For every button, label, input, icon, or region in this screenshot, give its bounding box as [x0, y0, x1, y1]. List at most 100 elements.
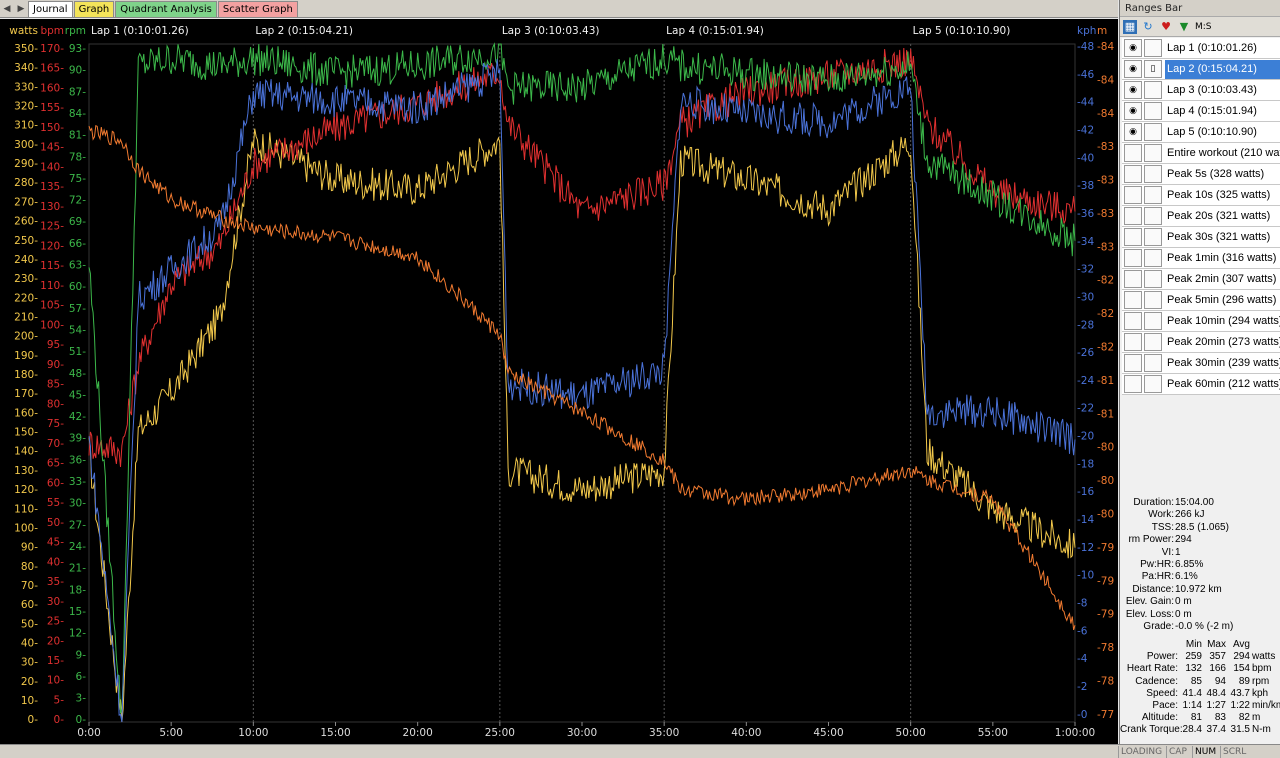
range-row[interactable]: Peak 10min (294 watts) — [1122, 311, 1280, 332]
axis-tick-label: 180- — [14, 369, 38, 381]
axis-tick-label: 15- — [69, 606, 86, 618]
range-checkbox[interactable] — [1144, 228, 1162, 246]
visibility-checkbox[interactable] — [1124, 228, 1142, 246]
axis-tick-label: -8 — [1077, 598, 1087, 610]
range-row[interactable]: Peak 10s (325 watts) — [1122, 185, 1280, 206]
visibility-checkbox[interactable] — [1124, 354, 1142, 372]
summary-key: Grade: — [1143, 620, 1174, 632]
axis-tick-label: -83 — [1097, 241, 1114, 253]
visibility-checkbox[interactable] — [1124, 375, 1142, 393]
axis-tick-label: -46 — [1077, 69, 1094, 81]
range-row[interactable]: Peak 20s (321 watts) — [1122, 206, 1280, 227]
range-row[interactable]: ◉ Lap 5 (0:10:10.90) — [1122, 122, 1280, 143]
axis-tick-label: 140- — [14, 446, 38, 458]
axis-tick-label: -83 — [1097, 141, 1114, 153]
range-checkbox[interactable] — [1144, 270, 1162, 288]
lap-label: Lap 3 (0:10:03.43) — [502, 25, 600, 37]
summary-row: Pa:HR:6.1% — [1120, 571, 1280, 583]
gem-icon[interactable]: ▼ — [1177, 20, 1191, 34]
stats-max: 94 — [1214, 675, 1226, 687]
axis-tick-label: 150- — [40, 122, 64, 134]
ranges-bar: Ranges Bar ▦ ↻ ♥ ▼ M:S ◉ Lap 1 (0:10:01.2… — [1119, 0, 1280, 744]
range-row[interactable]: ◉ Lap 3 (0:10:03.43) — [1122, 80, 1280, 101]
axis-tick-label: 10- — [21, 695, 38, 707]
range-row[interactable]: Peak 2min (307 watts) — [1122, 269, 1280, 290]
graph-chart-svg[interactable]: watts 350- 340- 330- 320- 310- 300- 290- 280- 270… — [0, 19, 1118, 744]
eye-icon[interactable]: ◉ — [1124, 60, 1142, 78]
axis-tick-label: 36- — [69, 454, 86, 466]
axis-tick-label: 0- — [54, 714, 65, 726]
tab-journal[interactable]: Journal — [28, 0, 73, 17]
visibility-checkbox[interactable] — [1124, 333, 1142, 351]
visibility-checkbox[interactable] — [1124, 165, 1142, 183]
range-row[interactable]: Entire workout (210 watts) — [1122, 143, 1280, 164]
status-cap: CAP — [1166, 746, 1189, 758]
range-checkbox[interactable] — [1144, 123, 1162, 141]
summary-row: rm Power:294 — [1120, 534, 1280, 546]
eye-icon[interactable]: ◉ — [1124, 39, 1142, 57]
range-checkbox[interactable] — [1144, 375, 1162, 393]
range-checkbox[interactable] — [1144, 249, 1162, 267]
axis-tick-label: 50- — [21, 618, 38, 630]
axis-tick-label: 5- — [54, 694, 65, 706]
lock-icon[interactable]: ▯ — [1144, 60, 1162, 78]
axis-tick-label: 170- — [40, 43, 64, 55]
range-row[interactable]: ◉ ▯ Lap 2 (0:15:04.21) — [1122, 59, 1280, 80]
axis-tick-label: 15- — [47, 655, 64, 667]
axis-tick-label: 30- — [69, 498, 86, 510]
stats-row: Altitude: 81 83 82 m — [1120, 712, 1280, 724]
range-row[interactable]: Peak 30min (239 watts) — [1122, 353, 1280, 374]
stats-key: Heart Rate: — [1126, 663, 1178, 675]
visibility-checkbox[interactable] — [1124, 291, 1142, 309]
visibility-checkbox[interactable] — [1124, 144, 1142, 162]
axis-tick-label: 60- — [69, 281, 86, 293]
stats-avg: 294 — [1233, 651, 1250, 663]
tab-quadrant-analysis[interactable]: Quadrant Analysis — [115, 0, 217, 17]
range-checkbox[interactable] — [1144, 354, 1162, 372]
range-checkbox[interactable] — [1144, 144, 1162, 162]
axis-tick-label: 170- — [14, 388, 38, 400]
axis-tick-label: 290- — [14, 158, 38, 170]
time-format-toggle[interactable]: M:S — [1195, 22, 1212, 32]
range-row[interactable]: Peak 5min (296 watts) — [1122, 290, 1280, 311]
tab-scroll-left-icon[interactable]: ◀ — [0, 4, 14, 14]
range-row[interactable]: ◉ Lap 4 (0:15:01.94) — [1122, 101, 1280, 122]
range-checkbox[interactable] — [1144, 39, 1162, 57]
tab-scatter-graph[interactable]: Scatter Graph — [217, 0, 298, 17]
axis-unit-rpm: rpm — [65, 25, 86, 37]
visibility-checkbox[interactable] — [1124, 270, 1142, 288]
range-checkbox[interactable] — [1144, 207, 1162, 225]
axis-tick-label: 40- — [47, 556, 64, 568]
range-row[interactable]: Peak 30s (321 watts) — [1122, 227, 1280, 248]
axis-tick-label: 120- — [14, 484, 38, 496]
visibility-checkbox[interactable] — [1124, 249, 1142, 267]
eye-icon[interactable]: ◉ — [1124, 123, 1142, 141]
axis-tick-label: 120- — [40, 240, 64, 252]
range-row[interactable]: ◉ Lap 1 (0:10:01.26) — [1122, 38, 1280, 59]
range-checkbox[interactable] — [1144, 333, 1162, 351]
summary-row: Elev. Loss:0 m — [1120, 609, 1280, 621]
stats-min: 259 — [1185, 651, 1202, 663]
visibility-checkbox[interactable] — [1124, 186, 1142, 204]
range-row[interactable]: Peak 60min (212 watts) — [1122, 374, 1280, 395]
range-row[interactable]: Peak 5s (328 watts) — [1122, 164, 1280, 185]
eye-icon[interactable]: ◉ — [1124, 102, 1142, 120]
heart-icon[interactable]: ♥ — [1159, 20, 1173, 34]
range-row[interactable]: Peak 20min (273 watts) — [1122, 332, 1280, 353]
tab-graph[interactable]: Graph — [73, 0, 115, 17]
range-checkbox[interactable] — [1144, 291, 1162, 309]
chart-icon[interactable]: ▦ — [1123, 19, 1137, 34]
range-row[interactable]: Peak 1min (316 watts) — [1122, 248, 1280, 269]
range-checkbox[interactable] — [1144, 165, 1162, 183]
axis-tick-label: -44 — [1077, 97, 1094, 109]
range-checkbox[interactable] — [1144, 186, 1162, 204]
eye-icon[interactable]: ◉ — [1124, 81, 1142, 99]
visibility-checkbox[interactable] — [1124, 207, 1142, 225]
tab-scroll-right-icon[interactable]: ▶ — [14, 4, 28, 14]
graph-chart[interactable]: watts 350- 340- 330- 320- 310- 300- 290- 280- 270… — [0, 19, 1118, 744]
refresh-icon[interactable]: ↻ — [1141, 20, 1155, 34]
range-checkbox[interactable] — [1144, 81, 1162, 99]
range-checkbox[interactable] — [1144, 312, 1162, 330]
visibility-checkbox[interactable] — [1124, 312, 1142, 330]
range-checkbox[interactable] — [1144, 102, 1162, 120]
